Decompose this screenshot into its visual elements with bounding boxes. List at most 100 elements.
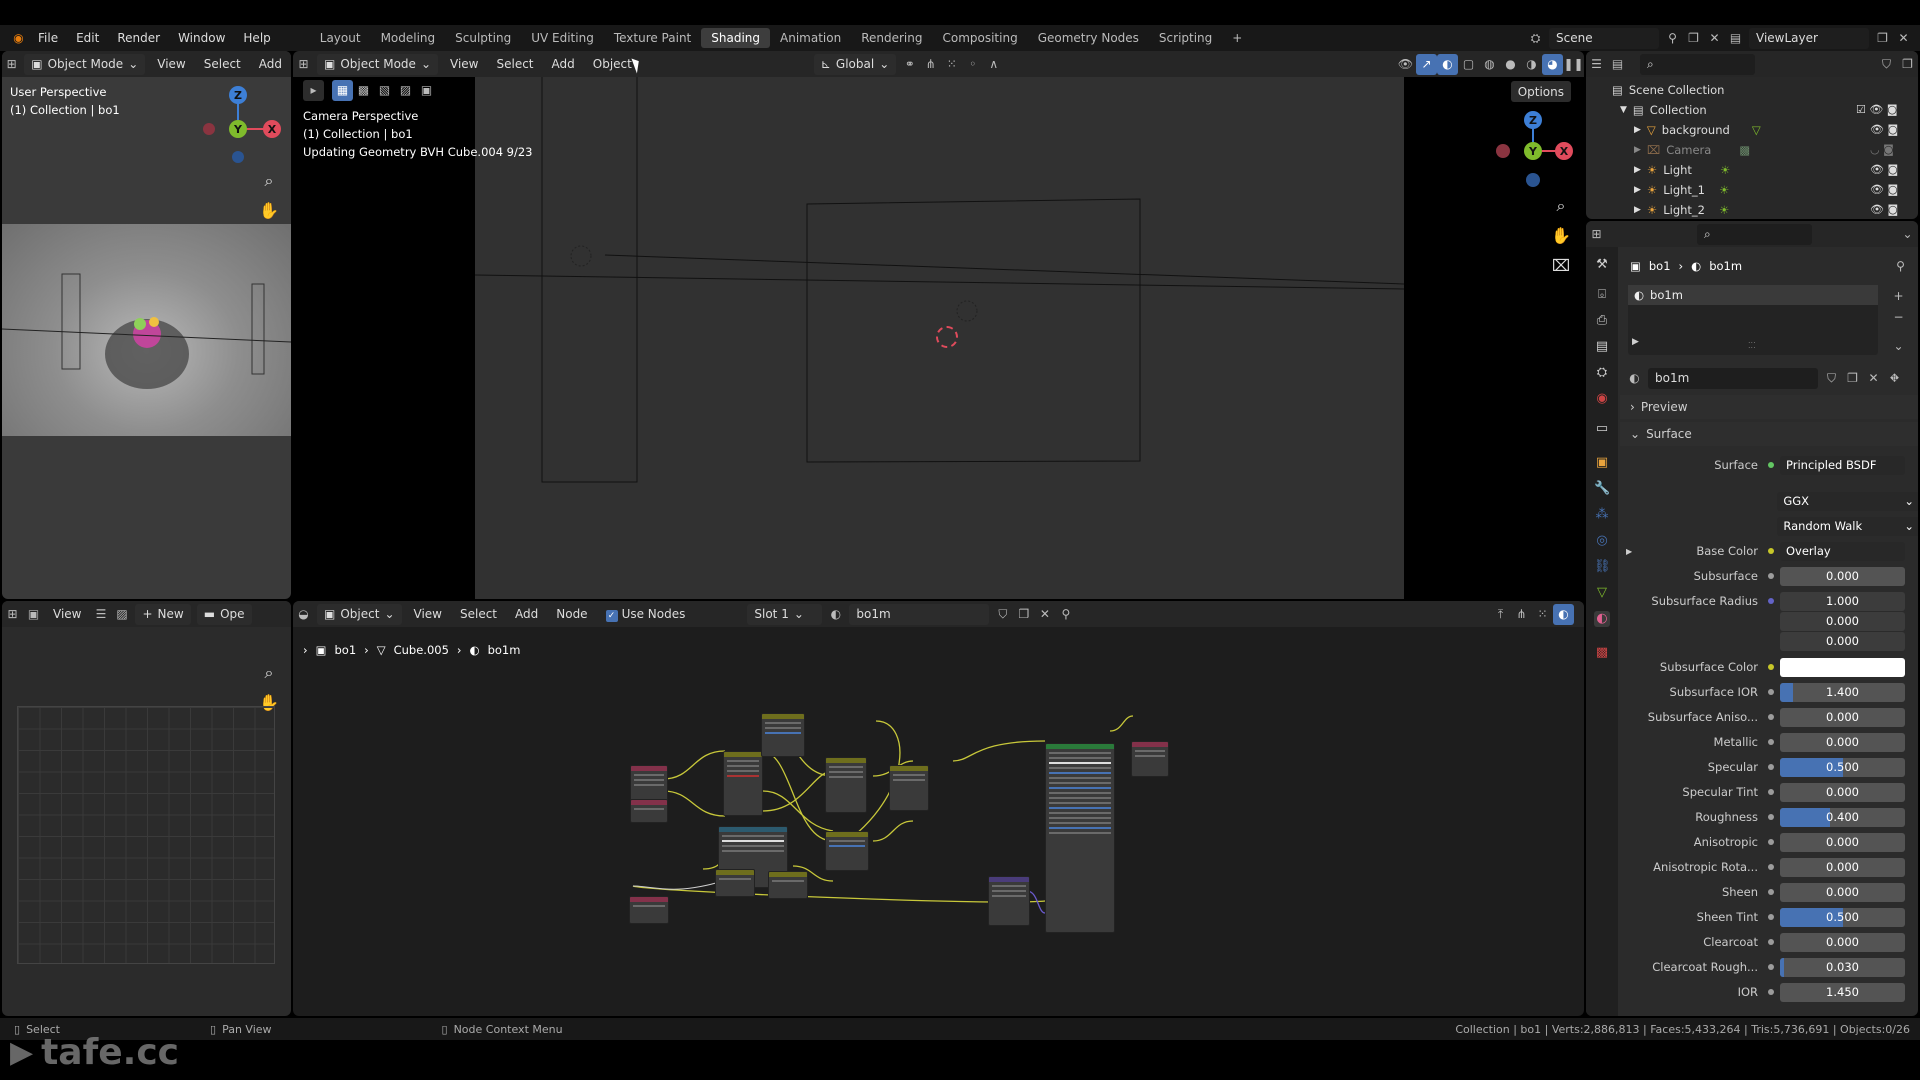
menu-view[interactable]: View bbox=[148, 57, 194, 71]
menu-render[interactable]: Render bbox=[108, 31, 169, 45]
menu-view[interactable]: View bbox=[441, 57, 487, 71]
camera-icon[interactable]: ⌧ bbox=[1549, 256, 1573, 275]
blender-logo-icon[interactable]: ◉ bbox=[8, 28, 29, 49]
clearcoat-field[interactable]: 0.000 bbox=[1780, 932, 1905, 952]
pause-icon[interactable]: ❚❚ bbox=[1563, 54, 1584, 75]
navigation-gizmo[interactable]: Z Y X bbox=[198, 85, 281, 165]
surface-shader-field[interactable]: Principled BSDF bbox=[1780, 455, 1905, 475]
ior-field[interactable]: 1.450 bbox=[1780, 982, 1905, 1002]
material-output-node[interactable] bbox=[1131, 741, 1169, 777]
outliner-item[interactable]: ▶ ⌧ Camera ▩ bbox=[1586, 140, 1886, 160]
z-axis-icon[interactable]: Z bbox=[229, 86, 247, 104]
subsurface-radius-x-field[interactable]: 1.000 bbox=[1780, 591, 1905, 611]
physics-tab-icon[interactable]: ◎ bbox=[1594, 533, 1610, 549]
distribution-dropdown[interactable]: GGX ⌄ bbox=[1777, 491, 1918, 511]
visibility-toggles[interactable]: 👁 ◙ bbox=[1856, 160, 1916, 180]
neg-z-axis-icon[interactable] bbox=[1526, 173, 1540, 187]
anisotropic-field[interactable]: 0.000 bbox=[1780, 832, 1905, 852]
navigation-gizmo[interactable]: Z Y X bbox=[1493, 111, 1573, 191]
subsurface-field[interactable]: 0.000 bbox=[1780, 566, 1905, 586]
display-mode-icon[interactable]: ▤ bbox=[1607, 54, 1628, 75]
wireframe-shading-icon[interactable]: ◍ bbox=[1479, 54, 1500, 75]
shader-node[interactable] bbox=[768, 871, 808, 899]
scene-tab-icon[interactable]: ⛭ bbox=[1594, 365, 1610, 381]
material-tab-icon[interactable]: ◐ bbox=[1594, 611, 1610, 627]
outliner-item[interactable]: ▶ ▽ background ▽ bbox=[1586, 120, 1886, 140]
snap-icon[interactable]: ⋔ bbox=[920, 54, 941, 75]
new-collection-icon[interactable]: ❐ bbox=[1897, 54, 1918, 75]
world-tab-icon[interactable]: ◉ bbox=[1594, 391, 1610, 407]
data-tab-icon[interactable]: ▽ bbox=[1594, 585, 1610, 601]
tab-uv-editing[interactable]: UV Editing bbox=[521, 28, 604, 48]
editor-type-icon[interactable]: ⊞ bbox=[2, 604, 23, 625]
zoom-icon[interactable]: ⌕ bbox=[257, 171, 281, 191]
view-layer-tab-icon[interactable]: ▤ bbox=[1594, 339, 1610, 355]
orientation-dropdown[interactable]: ⊾ Global ⌄ bbox=[813, 53, 897, 75]
subsurface-ior-field[interactable]: 1.400 bbox=[1780, 682, 1905, 702]
duplicate-icon[interactable]: ❐ bbox=[1842, 368, 1863, 389]
editor-type-icon[interactable]: ⊞ bbox=[2, 54, 21, 75]
rendered-shading-icon[interactable]: ◕ bbox=[1542, 53, 1563, 75]
viewlayer-icon[interactable]: ▤ bbox=[1725, 28, 1746, 49]
zoom-icon[interactable]: ⌕ bbox=[1549, 196, 1573, 216]
node-editor[interactable]: ◒ ▣ Object ⌄ View Select Add Node ✓ Use Nod… bbox=[293, 601, 1584, 1016]
image-mode-icon[interactable]: ▣ bbox=[23, 604, 44, 625]
y-axis-icon[interactable]: Y bbox=[229, 120, 247, 138]
visibility-toggles[interactable]: ◡ ◙ bbox=[1856, 140, 1916, 160]
menu-select[interactable]: Select bbox=[195, 57, 250, 71]
neg-z-axis-icon[interactable] bbox=[232, 151, 244, 163]
outliner-item[interactable]: ▶ ☀ Light_1 ☀ bbox=[1586, 180, 1886, 200]
editor-type-icon[interactable]: ☰ bbox=[1586, 54, 1607, 75]
base-color-link-field[interactable]: Overlay bbox=[1780, 541, 1905, 561]
tab-geometry-nodes[interactable]: Geometry Nodes bbox=[1028, 28, 1149, 48]
tab-animation[interactable]: Animation bbox=[770, 28, 851, 48]
editor-type-icon[interactable]: ⊞ bbox=[293, 54, 314, 75]
output-tab-icon[interactable]: ⎙ bbox=[1594, 313, 1610, 329]
render-tab-icon[interactable]: ⌻ bbox=[1594, 287, 1610, 303]
subsurface-method-dropdown[interactable]: Random Walk ⌄ bbox=[1777, 516, 1918, 536]
visibility-toggles[interactable]: 👁 ◙ bbox=[1856, 120, 1916, 140]
tab-shading[interactable]: Shading bbox=[701, 28, 770, 48]
tab-rendering[interactable]: Rendering bbox=[851, 28, 932, 48]
shader-node[interactable] bbox=[761, 713, 805, 757]
subsurface-radius-z-field[interactable]: 0.000 bbox=[1780, 631, 1905, 651]
x-axis-icon[interactable]: X bbox=[1555, 142, 1573, 160]
gizmo-toggle-icon[interactable]: ↗ bbox=[1416, 53, 1437, 75]
zoom-icon[interactable]: ⌕ bbox=[257, 663, 281, 683]
visibility-toggles[interactable]: 👁 ◙ bbox=[1856, 180, 1916, 200]
outliner-root[interactable]: ▤ Scene Collection bbox=[1586, 80, 1886, 100]
shader-node[interactable] bbox=[825, 831, 869, 871]
open-image-button[interactable]: ▬ Ope bbox=[196, 603, 252, 625]
metallic-field[interactable]: 0.000 bbox=[1780, 732, 1905, 752]
new-image-button[interactable]: + New bbox=[135, 603, 191, 625]
material-browse-icon[interactable]: ◐ bbox=[1624, 368, 1645, 389]
menu-view[interactable]: View bbox=[44, 607, 90, 621]
visibility-icon[interactable]: 👁 bbox=[1395, 54, 1416, 75]
close-icon[interactable]: ✕ bbox=[1704, 28, 1725, 49]
scene-icon[interactable]: ⛭ bbox=[1525, 28, 1546, 49]
tab-sculpting[interactable]: Sculpting bbox=[445, 28, 521, 48]
surface-panel-header[interactable]: ⌄ Surface bbox=[1620, 422, 1918, 446]
properties-editor[interactable]: ⊞ ⌕ ⌄ ⚒ ⌻ ⎙ ▤ ⛭ ◉ ▭ ▣ 🔧 ⁂ ◎ ⛓ ▽ ◐ ▩ ▣ bo… bbox=[1586, 221, 1918, 1016]
menu-window[interactable]: Window bbox=[169, 31, 234, 45]
neg-x-axis-icon[interactable] bbox=[1496, 144, 1510, 158]
image-editor[interactable]: ⊞ ▣ View ☰ ▨ + New ▬ Ope ⌕ ✋ bbox=[2, 601, 291, 1016]
menu-select[interactable]: Select bbox=[487, 57, 542, 71]
material-slot-list[interactable]: ◐ bo1m ▶ ⁚⁚⁚ bbox=[1628, 285, 1878, 355]
menu-icon[interactable]: ☰ bbox=[90, 604, 111, 625]
texture-tab-icon[interactable]: ▩ bbox=[1594, 645, 1610, 661]
tab-texture-paint[interactable]: Texture Paint bbox=[604, 28, 701, 48]
outliner-item[interactable]: ▼ ▤ Collection bbox=[1586, 100, 1886, 120]
principled-bsdf-node[interactable] bbox=[1045, 743, 1115, 933]
3d-cursor-icon[interactable] bbox=[936, 326, 958, 348]
mode-dropdown[interactable]: ▣ Object Mode ⌄ bbox=[317, 53, 438, 75]
shader-node[interactable] bbox=[889, 765, 929, 811]
add-workspace-button[interactable]: + bbox=[1222, 28, 1252, 48]
roughness-field[interactable]: 0.400 bbox=[1780, 807, 1905, 827]
falloff-icon[interactable]: ∧ bbox=[983, 54, 1004, 75]
tab-modeling[interactable]: Modeling bbox=[371, 28, 446, 48]
y-axis-icon[interactable]: Y bbox=[1524, 142, 1542, 160]
pivot-icon[interactable]: ⚭ bbox=[899, 54, 920, 75]
material-slot-item[interactable]: ◐ bo1m bbox=[1628, 285, 1878, 305]
subsurface-radius-y-field[interactable]: 0.000 bbox=[1780, 611, 1905, 631]
